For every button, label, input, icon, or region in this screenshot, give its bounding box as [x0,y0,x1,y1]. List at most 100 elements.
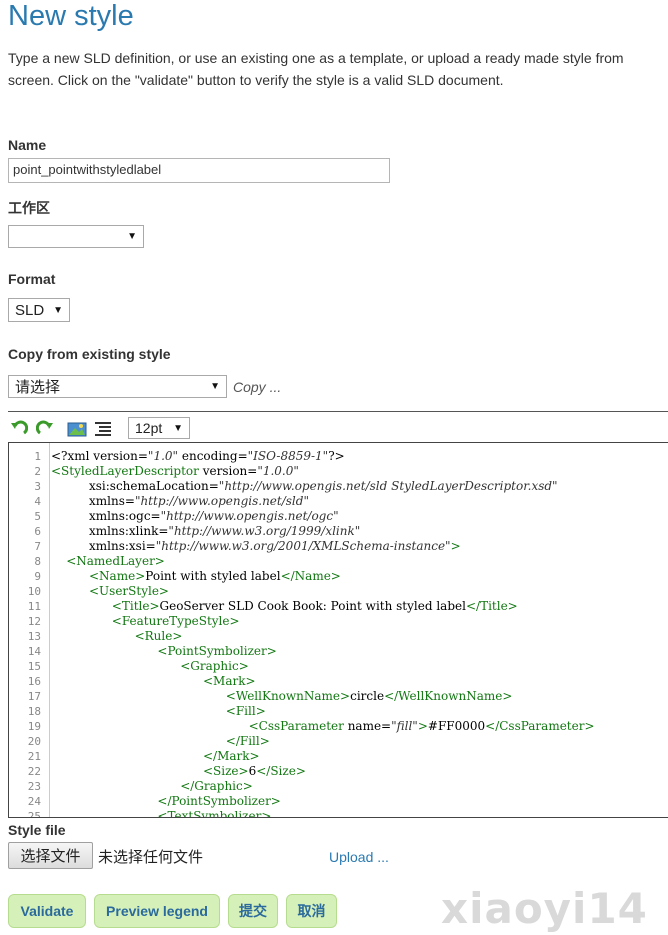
submit-button[interactable]: 提交 [228,894,278,928]
code-token: > [450,539,461,553]
code-line: 25 <TextSymbolizer> [9,809,668,818]
line-number: 22 [27,765,41,778]
code-token: <NamedLayer> [66,554,165,568]
font-size-select[interactable]: 12pt ▼ [128,417,190,439]
code-text: <FeatureTypeStyle> [112,614,240,629]
line-number: 16 [27,675,41,688]
code-text: <UserStyle> [89,584,169,599]
line-number: 14 [27,645,41,658]
code-text: <Mark> [203,674,256,689]
line-number: 21 [27,750,41,763]
code-token: "http://www.opengis.net/sld StyledLayerD… [218,479,558,493]
code-line: 2 <StyledLayerDescriptor version="1.0.0" [9,464,668,479]
code-token: xmlns:xsi= [89,539,156,553]
line-number: 4 [34,495,41,508]
code-token: xmlns:ogc= [89,509,161,523]
code-token: <CssParameter [248,719,344,733]
line-number: 24 [27,795,41,808]
code-token: "ISO-8859-1" [247,449,329,463]
code-token: circle [350,689,385,703]
image-icon[interactable] [67,420,87,438]
code-text: <WellKnownName>circle</WellKnownName> [226,689,513,704]
code-line: 18 <Fill> [9,704,668,719]
copy-style-label: Copy from existing style [8,346,171,362]
code-token: <Rule> [134,629,183,643]
line-number: 19 [27,720,41,733]
code-token: </WellKnownName> [384,689,513,703]
format-select[interactable]: SLD ▼ [8,298,70,322]
code-text: </Fill> [226,734,270,749]
code-token: "http://www.opengis.net/sld" [134,494,309,508]
code-text: xmlns:xsi="http://www.w3.org/2001/XMLSch… [89,539,461,554]
choose-file-button[interactable]: 选择文件 [8,842,93,869]
code-line: 12 <FeatureTypeStyle> [9,614,668,629]
code-text: <NamedLayer> [66,554,165,569]
format-icon[interactable] [94,420,112,438]
code-token: "http://www.w3.org/2001/XMLSchema-instan… [155,539,451,553]
redo-icon[interactable] [36,420,54,438]
code-text: <StyledLayerDescriptor version="1.0.0" [51,464,299,479]
code-token: <Graphic> [180,659,249,673]
code-line: 4 xmlns="http://www.opengis.net/sld" [9,494,668,509]
line-number: 20 [27,735,41,748]
code-text: <Name>Point with styled label</Name> [89,569,341,584]
copy-link[interactable]: Copy ... [233,379,281,395]
code-token: <FeatureTypeStyle> [111,614,240,628]
code-text: <Title>GeoServer SLD Cook Book: Point wi… [112,599,518,614]
code-line: 3 xsi:schemaLocation="http://www.opengis.… [9,479,668,494]
name-input[interactable]: point_pointwithstyledlabel [8,158,390,183]
code-token: "http://www.w3.org/1999/xlink" [168,524,361,538]
copy-style-select[interactable]: 请选择 ▼ [8,375,227,398]
code-token: name= [343,719,392,733]
code-text: </Mark> [203,749,260,764]
code-token: version= [198,464,258,478]
cancel-button[interactable]: 取消 [286,894,337,928]
line-number: 17 [27,690,41,703]
preview-legend-button[interactable]: Preview legend [94,894,220,928]
code-line: 5 xmlns:ogc="http://www.opengis.net/ogc" [9,509,668,524]
code-line: 7 xmlns:xsi="http://www.w3.org/2001/XMLSc… [9,539,668,554]
code-line: 16 <Mark> [9,674,668,689]
code-token: <UserStyle> [89,584,169,598]
upload-link[interactable]: Upload ... [329,849,389,865]
code-line: 10 <UserStyle> [9,584,668,599]
name-label: Name [8,137,47,153]
code-token: <PointSymbolizer> [157,644,277,658]
code-token: <TextSymbolizer> [157,809,272,818]
code-token: </Fill> [225,734,270,748]
code-text: <TextSymbolizer> [157,809,272,818]
workspace-select[interactable]: ▼ [8,225,144,248]
code-line: 8 <NamedLayer> [9,554,668,569]
code-token: <Title> [111,599,160,613]
code-token: </Name> [280,569,341,583]
line-number: 18 [27,705,41,718]
line-number: 3 [34,480,41,493]
code-text: <PointSymbolizer> [157,644,276,659]
code-editor[interactable]: 1 <?xml version="1.0" encoding="ISO-8859-… [8,442,668,818]
font-size-value: 12pt [135,420,163,436]
code-token: xsi:schemaLocation= [89,479,219,493]
code-token: <Mark> [203,674,256,688]
code-token: </Title> [465,599,518,613]
code-text: xmlns="http://www.opengis.net/sld" [89,494,309,509]
validate-button[interactable]: Validate [8,894,86,928]
code-line: 11 <Title>GeoServer SLD Cook Book: Point … [9,599,668,614]
page-description: Type a new SLD definition, or use an exi… [8,50,624,88]
line-number: 6 [34,525,41,538]
line-number: 5 [34,510,41,523]
watermark: xiaoyi14 [441,884,648,933]
chevron-down-icon: ▼ [173,422,183,434]
code-text: <CssParameter name="fill">#FF0000</CssPa… [249,719,595,734]
chevron-down-icon: ▼ [210,381,220,392]
code-line: 24 </PointSymbolizer> [9,794,668,809]
line-number: 23 [27,780,41,793]
code-token: GeoServer SLD Cook Book: Point with styl… [159,599,466,613]
format-label: Format [8,271,56,287]
line-number: 11 [27,600,41,613]
code-token: "fill" [391,719,418,733]
code-line: 14 <PointSymbolizer> [9,644,668,659]
code-token: xmlns= [89,494,135,508]
code-line: 21 </Mark> [9,749,668,764]
undo-icon[interactable] [10,420,28,438]
code-line: 15 <Graphic> [9,659,668,674]
